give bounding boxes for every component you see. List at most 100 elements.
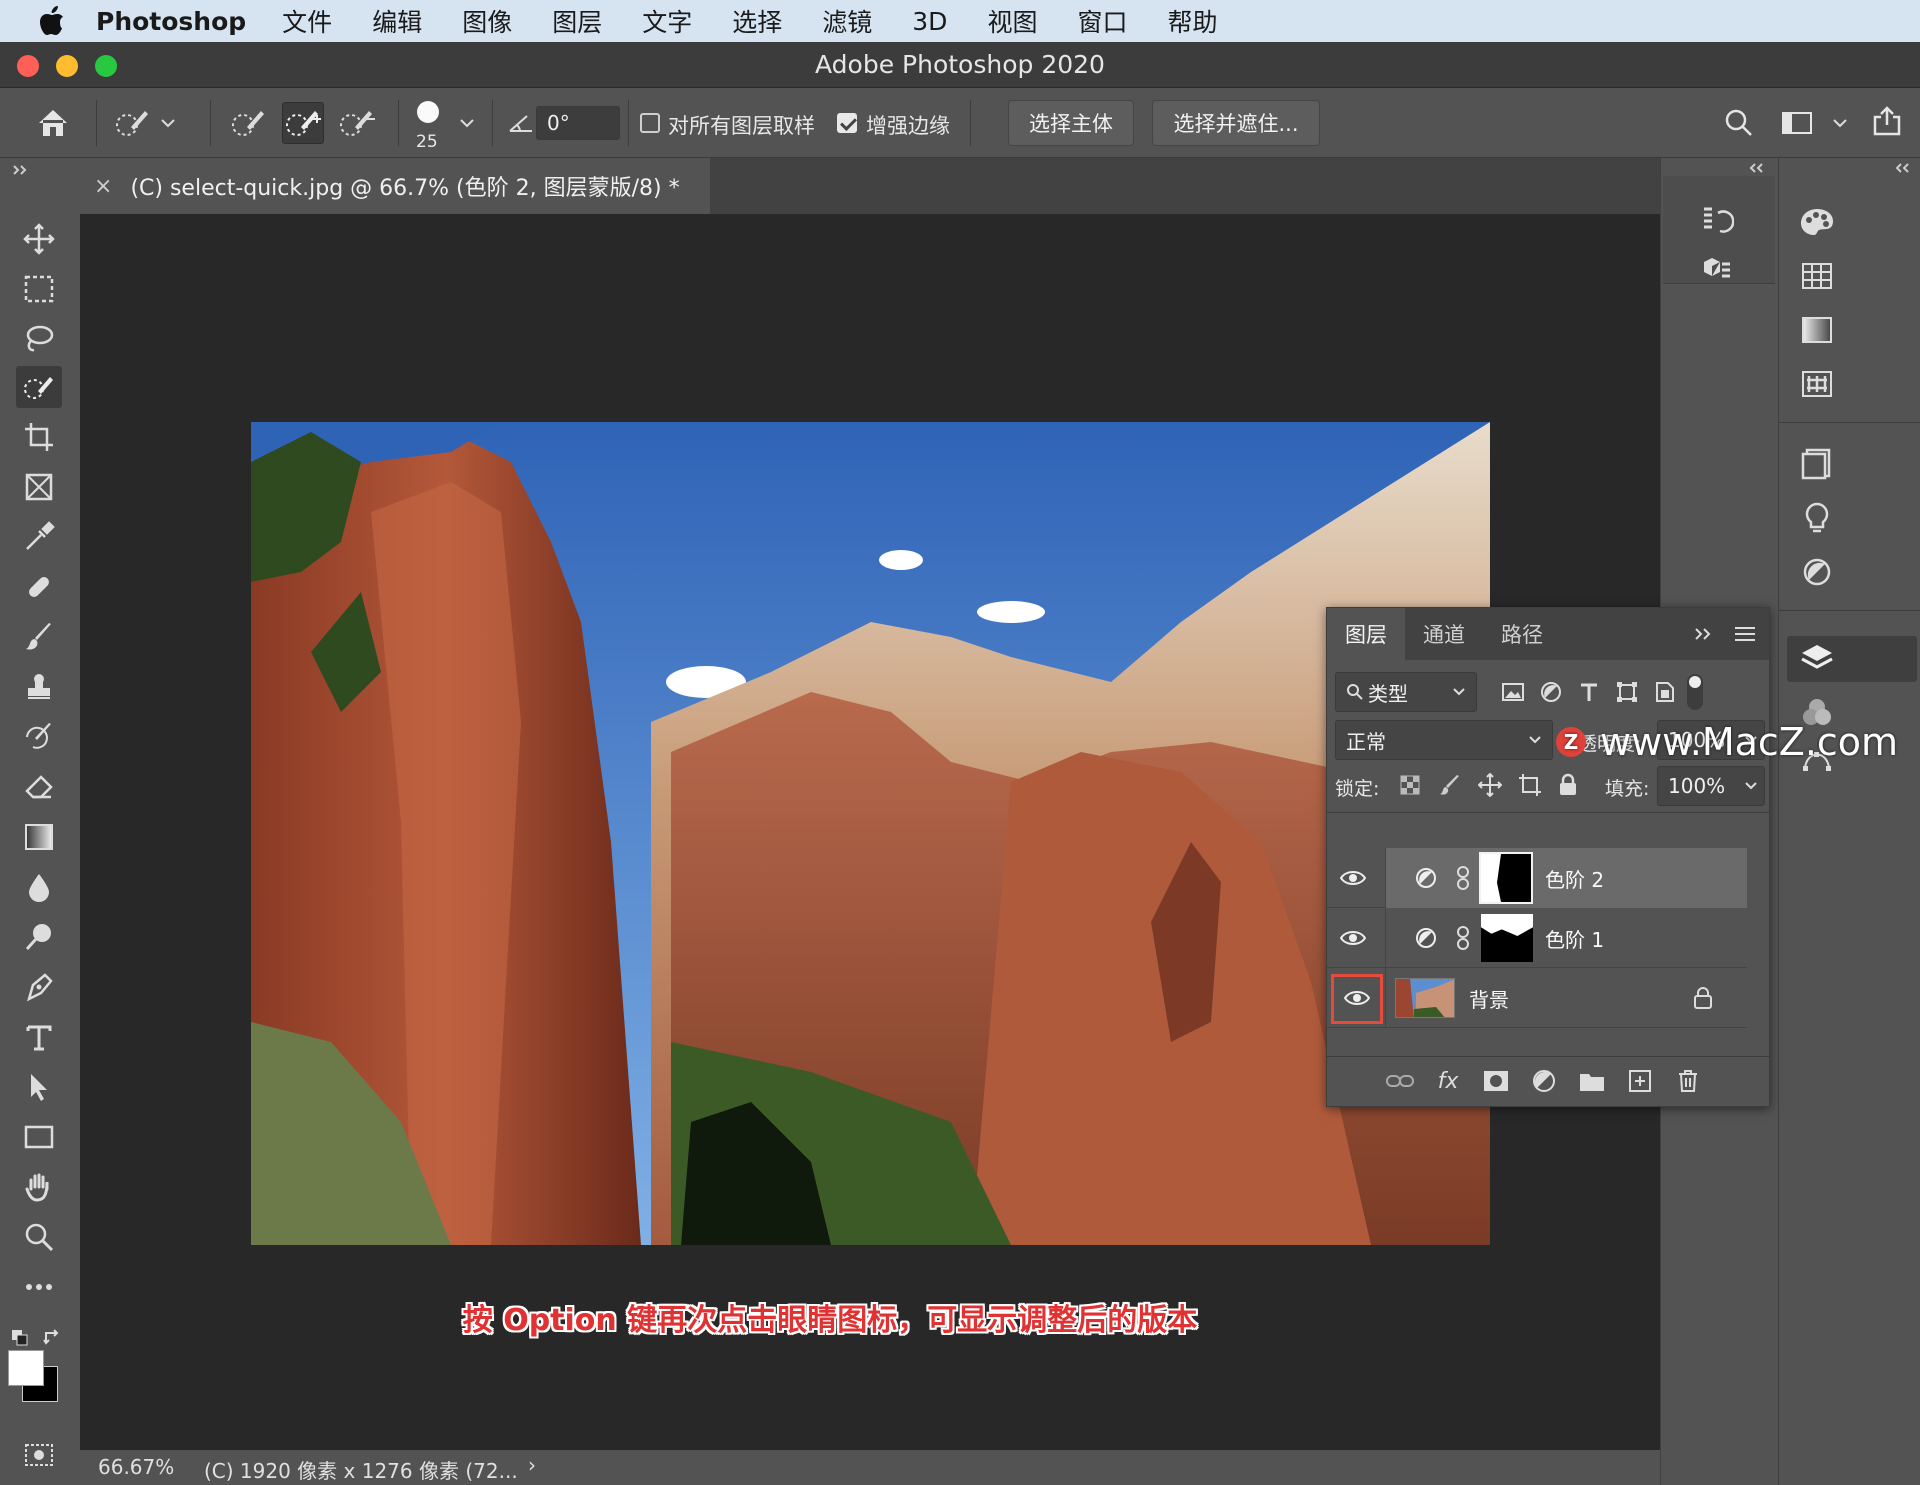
layer-row-levels-2[interactable]: 色阶 2 <box>1327 848 1747 908</box>
menu-type[interactable]: 文字 <box>642 3 692 39</box>
layer-name[interactable]: 背景 <box>1469 984 1509 1013</box>
eyedropper-tool-icon[interactable] <box>16 516 62 558</box>
add-mask-icon[interactable] <box>1479 1064 1513 1098</box>
search-icon[interactable] <box>1718 102 1760 144</box>
zoom-tool-icon[interactable] <box>16 1216 62 1258</box>
document-image[interactable] <box>251 422 1490 1245</box>
menu-view[interactable]: 视图 <box>987 3 1037 39</box>
menu-image[interactable]: 图像 <box>462 3 512 39</box>
gradients-panel-icon[interactable] <box>1795 310 1839 350</box>
lock-image-pixels-icon[interactable] <box>1435 770 1465 800</box>
angle-input[interactable]: 0° <box>536 106 620 140</box>
zoom-window-button[interactable] <box>95 55 117 77</box>
path-selection-tool-icon[interactable] <box>16 1066 62 1108</box>
hand-tool-icon[interactable] <box>16 1166 62 1208</box>
collapse-panel-icon[interactable] <box>1691 624 1715 644</box>
link-icon[interactable] <box>1453 924 1473 952</box>
select-and-mask-button[interactable]: 选择并遮住... <box>1152 100 1320 146</box>
layer-row-background[interactable]: 背景 <box>1327 968 1747 1028</box>
close-tab-icon[interactable]: × <box>94 174 112 199</box>
link-icon[interactable] <box>1453 864 1473 892</box>
lock-icon[interactable] <box>1689 984 1717 1012</box>
quick-mask-icon[interactable] <box>16 1434 62 1476</box>
share-icon[interactable] <box>1866 100 1908 142</box>
fx-icon[interactable]: fx <box>1431 1064 1465 1098</box>
delete-layer-icon[interactable] <box>1671 1064 1705 1098</box>
move-tool-icon[interactable] <box>16 218 62 260</box>
document-tab[interactable]: × (C) select-quick.jpg @ 66.7% (色阶 2, 图层… <box>80 158 710 214</box>
lock-all-icon[interactable] <box>1553 770 1583 800</box>
tool-preset-picker-icon[interactable] <box>112 102 154 144</box>
brush-size-dot-icon[interactable] <box>414 98 442 126</box>
new-layer-icon[interactable] <box>1623 1064 1657 1098</box>
eye-icon[interactable] <box>1335 862 1371 894</box>
clone-stamp-tool-icon[interactable] <box>16 666 62 708</box>
menu-edit[interactable]: 编辑 <box>372 3 422 39</box>
menu-window[interactable]: 窗口 <box>1077 3 1127 39</box>
menu-app-name[interactable]: Photoshop <box>96 7 246 36</box>
gradient-tool-icon[interactable] <box>16 816 62 858</box>
filter-pixel-icon[interactable] <box>1497 676 1529 708</box>
history-panel-icon[interactable] <box>1697 202 1737 238</box>
select-subject-button[interactable]: 选择主体 <box>1008 100 1134 146</box>
fill-input[interactable]: 100% <box>1657 766 1765 806</box>
crop-tool-icon[interactable] <box>16 416 62 458</box>
home-icon[interactable] <box>32 102 74 144</box>
brush-tool-icon[interactable] <box>16 616 62 658</box>
brush-picker-chevron-icon[interactable] <box>455 102 479 144</box>
subtract-from-selection-icon[interactable] <box>336 102 378 144</box>
swatches-panel-icon[interactable] <box>1795 256 1839 296</box>
filter-type-icon[interactable] <box>1573 676 1605 708</box>
new-group-icon[interactable] <box>1575 1064 1609 1098</box>
filter-smart-object-icon[interactable] <box>1649 676 1681 708</box>
add-to-selection-icon[interactable] <box>282 102 324 144</box>
foreground-color-swatch[interactable] <box>8 1350 44 1386</box>
menu-file[interactable]: 文件 <box>282 3 332 39</box>
dodge-tool-icon[interactable] <box>16 916 62 958</box>
blend-mode-dropdown[interactable]: 正常 <box>1335 720 1553 760</box>
layer-mask-thumbnail[interactable] <box>1479 852 1533 904</box>
filter-adjustment-icon[interactable] <box>1535 676 1567 708</box>
new-selection-icon[interactable] <box>228 102 270 144</box>
menu-filter[interactable]: 滤镜 <box>822 3 872 39</box>
tab-channels[interactable]: 通道 <box>1405 608 1483 660</box>
new-adjustment-layer-icon[interactable] <box>1527 1064 1561 1098</box>
rectangle-tool-icon[interactable] <box>16 1116 62 1158</box>
tab-paths[interactable]: 路径 <box>1483 608 1561 660</box>
eraser-tool-icon[interactable] <box>16 766 62 808</box>
layer-mask-thumbnail[interactable] <box>1481 914 1533 962</box>
layer-name[interactable]: 色阶 1 <box>1545 924 1604 953</box>
collapse-panels-icon[interactable] <box>1891 160 1913 176</box>
pen-tool-icon[interactable] <box>16 966 62 1008</box>
filter-shape-icon[interactable] <box>1611 676 1643 708</box>
patterns-panel-icon[interactable] <box>1795 364 1839 404</box>
layer-row-levels-1[interactable]: 色阶 1 <box>1327 908 1747 968</box>
minimize-window-button[interactable] <box>56 55 78 77</box>
adjustments-panel-icon[interactable] <box>1795 552 1839 592</box>
close-window-button[interactable] <box>17 55 39 77</box>
layer-thumbnail[interactable] <box>1395 978 1455 1018</box>
type-tool-icon[interactable] <box>16 1016 62 1058</box>
layer-name[interactable]: 色阶 2 <box>1545 864 1604 893</box>
lock-artboard-icon[interactable] <box>1515 770 1545 800</box>
properties-panel-icon[interactable] <box>1697 254 1737 290</box>
frame-tool-icon[interactable] <box>16 466 62 508</box>
tab-layers[interactable]: 图层 <box>1327 608 1405 660</box>
healing-brush-tool-icon[interactable] <box>16 566 62 608</box>
zoom-level[interactable]: 66.67% <box>98 1455 174 1479</box>
libraries-panel-icon[interactable] <box>1795 444 1839 484</box>
learn-panel-icon[interactable] <box>1795 498 1839 538</box>
workspace-chevron-icon[interactable] <box>1828 102 1852 144</box>
chevron-down-icon[interactable] <box>156 102 180 144</box>
link-layers-icon[interactable] <box>1383 1064 1417 1098</box>
filter-toggle-switch[interactable] <box>1687 674 1703 710</box>
color-panel-icon[interactable] <box>1795 202 1839 242</box>
menu-layer[interactable]: 图层 <box>552 3 602 39</box>
quick-selection-tool-icon[interactable] <box>16 366 62 408</box>
lasso-tool-icon[interactable] <box>16 318 62 360</box>
enhance-edge-checkbox[interactable] <box>837 113 857 133</box>
sample-all-layers-checkbox[interactable] <box>640 113 660 133</box>
workspace-icon[interactable] <box>1776 102 1818 144</box>
expand-toolbar-icon[interactable] <box>10 162 30 178</box>
menu-help[interactable]: 帮助 <box>1167 3 1217 39</box>
